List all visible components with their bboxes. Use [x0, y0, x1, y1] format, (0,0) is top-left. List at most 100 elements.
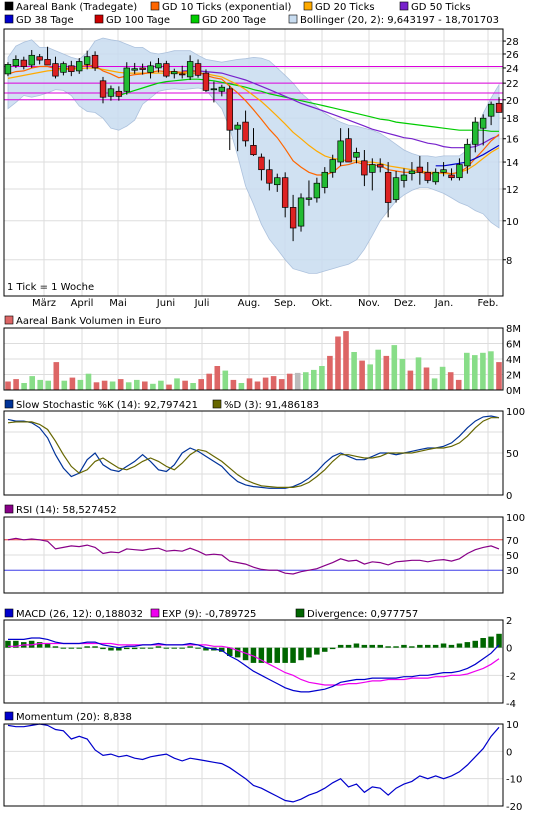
volume-bar	[13, 379, 19, 390]
volume-bar	[383, 355, 390, 390]
candle-up	[487, 103, 495, 117]
candle-up	[353, 152, 360, 158]
divergence-bar	[131, 647, 138, 650]
candle-down	[139, 67, 146, 70]
volume-bar	[480, 352, 486, 390]
candle-down	[36, 56, 43, 61]
volume-bar	[439, 366, 446, 391]
stochastic-legend-label: Slow Stochastic %K (14): 92,797421	[16, 400, 198, 411]
divergence-bar	[440, 643, 447, 648]
volume-bar	[230, 379, 237, 390]
candle-up	[313, 182, 321, 199]
month-label: Nov.	[358, 298, 380, 309]
volume-bar	[335, 336, 341, 390]
macd-ytick-label: 2	[506, 616, 512, 627]
candle-up	[83, 56, 91, 65]
technical-chart: Aareal Bank (Tradegate) GD 10 Ticks (expo…	[3, 1, 525, 813]
divergence-bar	[361, 644, 368, 648]
candle-up	[400, 174, 408, 181]
volume-bar	[407, 370, 414, 390]
candle-up	[479, 117, 487, 129]
rsi-legend-label: RSI (14): 58,527452	[16, 505, 117, 516]
macd-ytick-label: 0	[506, 644, 512, 655]
candle-up	[464, 143, 471, 167]
macd-legend-swatch	[295, 608, 305, 618]
volume-bar	[125, 382, 132, 391]
divergence-bar	[266, 647, 273, 663]
month-label: Feb.	[478, 298, 499, 309]
stochastic-legend-swatch	[4, 399, 14, 409]
rsi-ytick-label: 30	[506, 566, 519, 577]
candle-up	[472, 121, 479, 145]
candle-down	[384, 171, 392, 203]
candle-down	[258, 156, 265, 171]
price-legend-label: Aareal Bank (Tradegate)	[16, 2, 137, 13]
price-legend-swatch	[399, 1, 409, 11]
candle-up	[337, 140, 344, 163]
volume-bar	[85, 373, 92, 390]
candle-up	[329, 159, 336, 173]
candle-down	[20, 59, 28, 67]
volume-bar	[101, 380, 108, 390]
divergence-bar	[345, 644, 352, 648]
divergence-bar	[329, 647, 336, 650]
volume-bar	[150, 383, 156, 390]
volume-bar	[61, 380, 68, 390]
candle-up	[456, 164, 463, 179]
price-ytick-label: 18	[506, 114, 519, 125]
divergence-bar	[44, 643, 51, 648]
candle-down	[194, 63, 202, 76]
volume-bar	[29, 376, 35, 390]
volume-bar	[254, 381, 261, 390]
momentum-ytick-label: 0	[506, 747, 512, 758]
macd-legend-swatch	[150, 608, 160, 618]
volume-bar	[455, 379, 462, 390]
candle-down	[495, 102, 503, 113]
volume-bar	[488, 351, 494, 391]
volume-bar	[319, 366, 325, 390]
volume-legend-label: Aareal Bank Volumen in Euro	[16, 316, 161, 327]
volume-bar	[359, 360, 365, 390]
divergence-bar	[337, 644, 344, 648]
price-legend-label: GD 50 Ticks	[411, 2, 471, 13]
volume-bar	[166, 384, 172, 390]
volume-bar	[286, 373, 293, 390]
candle-down	[345, 138, 352, 163]
candle-up	[186, 61, 194, 78]
candle-down	[289, 207, 297, 229]
candle-up	[369, 164, 376, 173]
price-legend-swatch	[4, 1, 14, 11]
candle-down	[163, 63, 170, 77]
divergence-bar	[68, 647, 75, 649]
divergence-bar	[171, 647, 177, 649]
price-legend-label: Bollinger (20, 2): 9,643197 - 18,701703	[300, 15, 499, 26]
volume-bar	[246, 378, 253, 390]
divergence-bar	[369, 644, 375, 648]
volume-ytick-label: 8M	[506, 324, 521, 335]
volume-bar	[343, 331, 349, 390]
month-label: März	[32, 298, 56, 309]
month-label: Aug.	[238, 298, 261, 309]
volume-bar	[496, 362, 502, 390]
momentum-ytick-label: 10	[506, 720, 519, 731]
candle-down	[226, 88, 233, 131]
candle-down	[242, 121, 249, 142]
candle-down	[52, 63, 59, 77]
candle-down	[68, 65, 75, 72]
volume-bar	[53, 362, 60, 390]
candle-up	[297, 197, 305, 227]
volume-bar	[109, 381, 116, 390]
volume-legend-swatch	[4, 315, 14, 325]
volume-bar	[431, 378, 438, 390]
rsi-ytick-label: 100	[506, 513, 525, 524]
volume-bar	[294, 372, 301, 390]
divergence-bar	[92, 646, 98, 648]
candle-down	[91, 54, 99, 69]
macd-legend-swatch	[4, 608, 14, 618]
candle-down	[424, 171, 431, 181]
rsi-ytick-label: 50	[506, 551, 519, 562]
volume-bar	[117, 379, 124, 390]
volume-bar	[327, 355, 333, 390]
divergence-bar	[76, 647, 82, 649]
stochastic-ytick-label: 0	[506, 491, 512, 502]
